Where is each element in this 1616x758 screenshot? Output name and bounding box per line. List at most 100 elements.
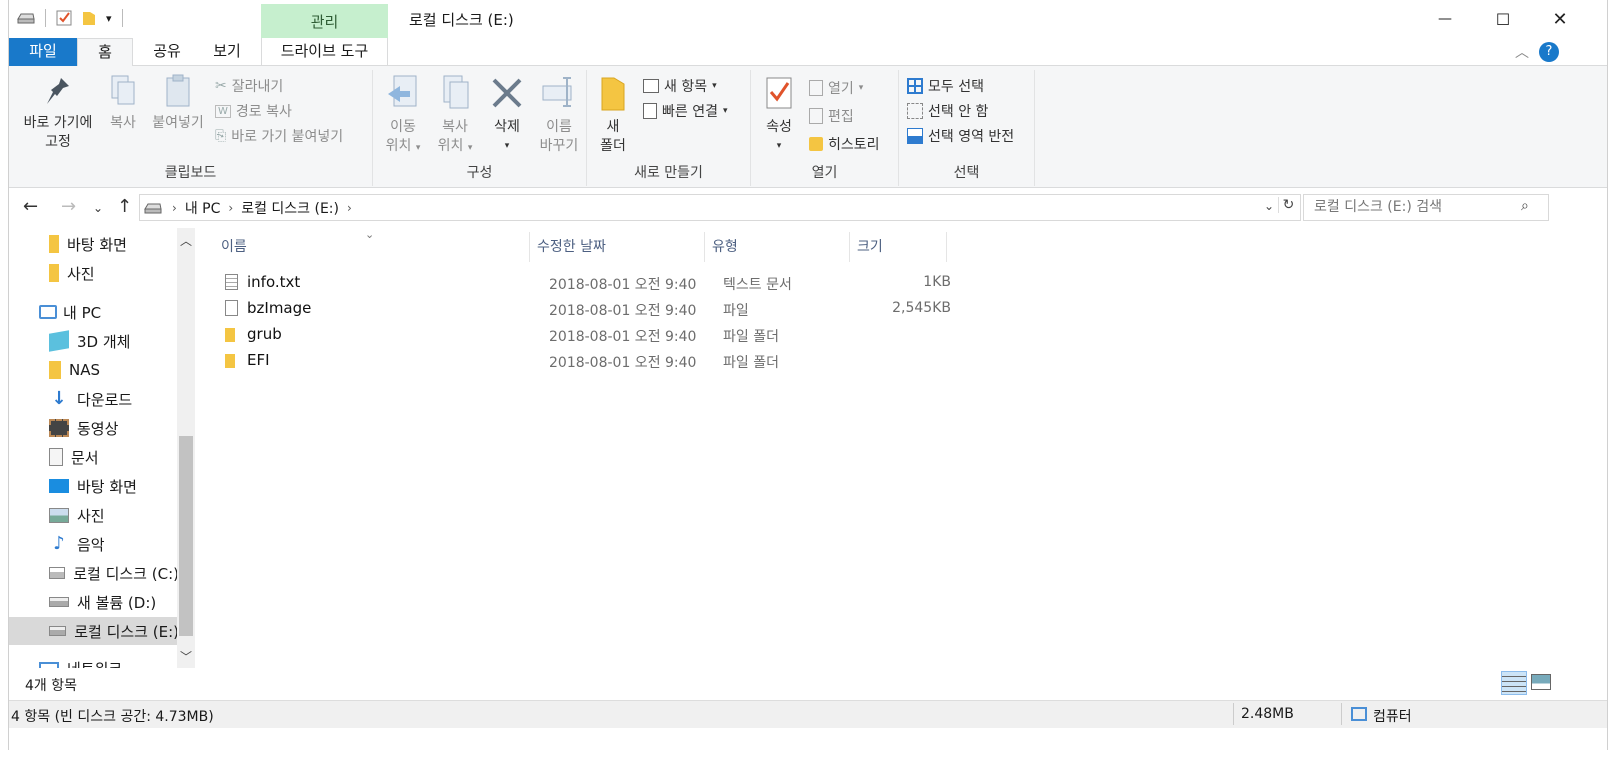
nav-item-local-disk-c[interactable]: 로컬 디스크 (C:) (9, 559, 179, 587)
tab-file[interactable]: 파일 (9, 38, 77, 66)
address-dropdown-icon[interactable]: ⌄ (1264, 199, 1274, 213)
collapse-ribbon-icon[interactable]: ︿ (1515, 42, 1529, 62)
column-separator[interactable] (529, 232, 530, 262)
file-type: 파일 (723, 303, 749, 319)
nav-item-nas[interactable]: NAS (9, 356, 179, 384)
tab-view[interactable]: 보기 (199, 38, 255, 66)
file-modified: 2018-08-01 오전 9:40 (549, 303, 697, 319)
divider (1341, 703, 1342, 725)
nav-item-this-pc[interactable]: 내 PC (9, 298, 179, 326)
minimize-button[interactable]: — (1416, 0, 1474, 38)
column-separator[interactable] (704, 232, 705, 262)
move-to-button[interactable]: 이동 위치 ▾ (381, 74, 425, 158)
forward-arrow-icon[interactable]: → (61, 196, 76, 217)
rename-button[interactable]: 이름 바꾸기 (533, 74, 585, 156)
easy-access-button[interactable]: 빠른 연결 ▾ (643, 101, 728, 121)
column-separator[interactable] (849, 232, 850, 262)
nav-item-desktop-pinned[interactable]: 바탕 화면 (9, 230, 179, 258)
cut-label: 잘라내기 (231, 79, 284, 95)
breadcrumb-chevron-icon[interactable]: › (172, 201, 177, 215)
nav-item-downloads[interactable]: ↓ 다운로드 (9, 385, 179, 413)
refresh-icon[interactable]: ↻ (1278, 197, 1298, 213)
tab-share[interactable]: 공유 (139, 38, 195, 66)
drive-icon[interactable] (17, 11, 35, 25)
nav-item-pictures[interactable]: 사진 (9, 501, 179, 529)
ribbon: 바로 가기에 고정 복사 붙여넣기 ✂ 잘라내기 W 경로 복사 ⎘ 바로 가기 (9, 66, 1607, 188)
breadcrumb-chevron-icon[interactable]: › (347, 201, 352, 215)
pin-quick-access-button[interactable]: 바로 가기에 고정 (15, 74, 101, 152)
copy-to-icon (443, 75, 469, 109)
column-header-name[interactable]: 이름 (221, 236, 247, 260)
nav-item-music[interactable]: ♪ 음악 (9, 530, 179, 558)
copy-button[interactable]: 복사 (103, 74, 143, 133)
delete-button[interactable]: 삭제 ▾ (485, 74, 529, 156)
breadcrumb-chevron-icon[interactable]: › (228, 201, 233, 215)
tab-home[interactable]: 홈 (77, 38, 133, 67)
column-separator[interactable] (946, 232, 947, 262)
paste-label: 붙여넣기 (152, 115, 204, 131)
paste-button[interactable]: 붙여넣기 (147, 74, 209, 133)
group-label-select: 선택 (953, 165, 980, 181)
nav-item-desktop[interactable]: 바탕 화면 (9, 472, 179, 500)
open-button[interactable]: 열기 ▾ (809, 78, 863, 98)
close-button[interactable]: ✕ (1531, 0, 1589, 38)
search-icon[interactable]: ⌕ (1521, 198, 1529, 214)
column-header-size[interactable]: 크기 (857, 236, 883, 260)
nav-item-pictures-pinned[interactable]: 사진 (9, 259, 179, 287)
new-folder-icon[interactable] (82, 10, 96, 26)
scrollbar-thumb[interactable] (179, 436, 193, 636)
customize-dropdown-icon[interactable]: ▾ (106, 12, 112, 25)
scroll-up-icon[interactable]: ︿ (180, 232, 192, 249)
copy-path-button[interactable]: W 경로 복사 (215, 101, 292, 121)
up-arrow-icon[interactable]: ↑ (117, 196, 132, 217)
recent-locations-chevron-icon[interactable]: ⌄ (93, 201, 103, 215)
nav-item-videos[interactable]: 동영상 (9, 414, 179, 442)
nav-item-label: 음악 (77, 535, 105, 554)
invert-selection-button[interactable]: 선택 영역 반전 (907, 126, 1014, 146)
nav-item-3d-objects[interactable]: 3D 개체 (9, 327, 179, 355)
new-folder-icon (601, 77, 625, 111)
tab-drive-tools[interactable]: 드라이브 도구 (261, 38, 388, 66)
file-row[interactable]: grub 2018-08-01 오전 9:40 파일 폴더 (221, 322, 951, 348)
move-to-line2-text: 위치 (385, 138, 412, 154)
nav-item-local-disk-e[interactable]: 로컬 디스크 (E:) (9, 617, 179, 645)
folder-icon (49, 361, 61, 379)
details-view-icon[interactable] (1501, 671, 1527, 695)
file-row[interactable]: info.txt 2018-08-01 오전 9:40 텍스트 문서 1KB (221, 270, 951, 296)
help-icon[interactable]: ? (1539, 42, 1559, 62)
paste-shortcut-button[interactable]: ⎘ 바로 가기 붙여넣기 (215, 126, 343, 146)
breadcrumb-local-disk-e[interactable]: 로컬 디스크 (E:) (241, 198, 339, 218)
search-input[interactable]: 로컬 디스크 (E:) 검색 (1303, 194, 1549, 221)
copy-to-button[interactable]: 복사 위치 ▾ (429, 74, 481, 158)
column-header-modified[interactable]: 수정한 날짜 (537, 236, 606, 260)
file-name: grub (247, 325, 282, 343)
back-arrow-icon[interactable]: ← (23, 196, 38, 217)
tab-manage[interactable]: 관리 (261, 4, 388, 38)
copy-to-line2: 위치 ▾ (429, 137, 481, 158)
new-folder-button[interactable]: 새 폴더 (593, 74, 633, 156)
nav-item-new-volume-d[interactable]: 새 볼륨 (D:) (9, 588, 179, 616)
paste-shortcut-icon: ⎘ (215, 128, 227, 144)
address-bar[interactable]: › 내 PC › 로컬 디스크 (E:) › ⌄ ↻ (139, 194, 1301, 221)
new-item-button[interactable]: 새 항목 ▾ (643, 76, 717, 96)
select-all-button[interactable]: 모두 선택 (907, 76, 984, 96)
large-icons-view-icon[interactable] (1531, 674, 1551, 690)
file-row[interactable]: bzImage 2018-08-01 오전 9:40 파일 2,545KB (221, 296, 951, 322)
column-header-type[interactable]: 유형 (712, 236, 738, 260)
navigation-scrollbar[interactable]: ︿ ﹀ (177, 228, 195, 668)
breadcrumb-this-pc[interactable]: 내 PC (185, 198, 221, 218)
properties-check-icon[interactable] (56, 10, 72, 26)
window-title: 로컬 디스크 (E:) (409, 11, 514, 29)
select-none-button[interactable]: 선택 안 함 (907, 101, 988, 121)
file-row[interactable]: EFI 2018-08-01 오전 9:40 파일 폴더 (221, 348, 951, 374)
history-button[interactable]: 히스토리 (809, 134, 880, 154)
maximize-button[interactable]: ☐ (1474, 0, 1532, 38)
edit-button[interactable]: 편집 (809, 106, 854, 126)
nav-item-label: 사진 (77, 506, 105, 525)
group-label-organize: 구성 (466, 165, 493, 181)
nav-item-network[interactable]: 네트워크 (9, 654, 179, 668)
cut-button[interactable]: ✂ 잘라내기 (215, 76, 283, 96)
nav-item-documents[interactable]: 문서 (9, 443, 179, 471)
properties-button[interactable]: 속성 ▾ (759, 74, 799, 156)
scroll-down-icon[interactable]: ﹀ (180, 648, 192, 665)
